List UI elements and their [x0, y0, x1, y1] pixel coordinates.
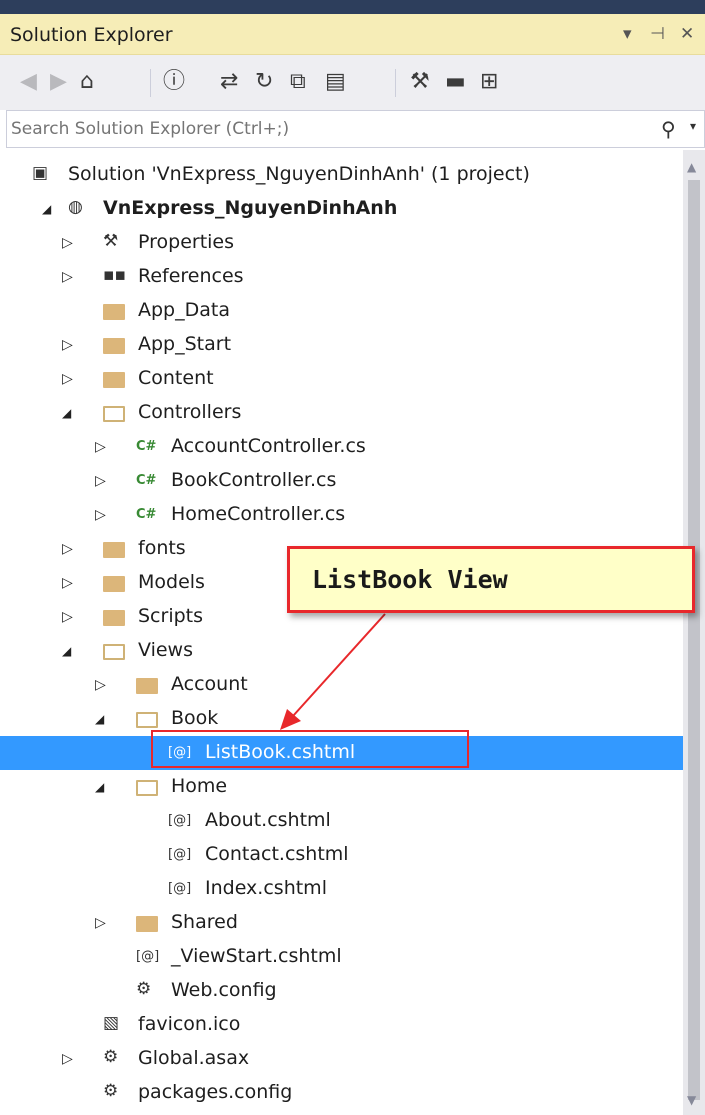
- callout-text: ListBook View: [312, 565, 508, 594]
- annotation-callout: ListBook View: [287, 546, 695, 613]
